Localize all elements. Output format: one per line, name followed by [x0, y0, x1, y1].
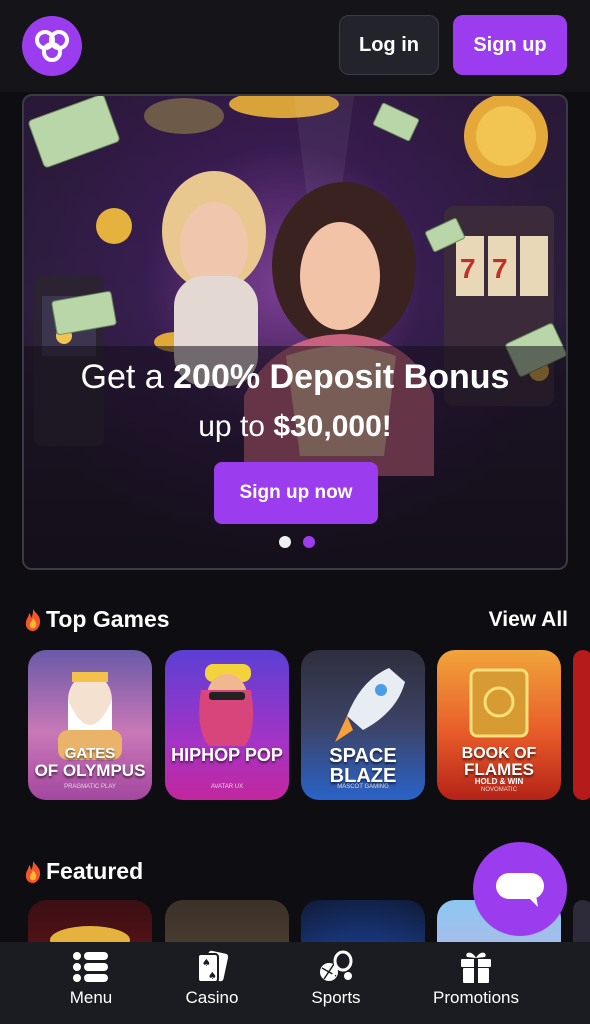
top-games-title-text: Top Games	[46, 606, 170, 632]
game-provider: NOVOMATIC	[481, 787, 517, 793]
cards-icon: ♠ ♠	[197, 950, 229, 983]
sports-icon	[320, 950, 353, 981]
promo-banner[interactable]: 7 7 Get a 200% Deposit Bonus up to $30,0…	[22, 94, 568, 570]
featured-title-text: Featured	[46, 858, 144, 884]
top-games-title: Top Games	[22, 606, 170, 633]
game-tile-hiphop-pop[interactable]: HIPHOP POP AVATAR UX	[165, 650, 289, 800]
signup-button[interactable]: Sign up	[453, 15, 567, 75]
fire-icon	[25, 860, 41, 883]
nav-sports[interactable]: Sports	[304, 942, 368, 1024]
banner-headline: Get a 200% Deposit Bonus	[80, 358, 510, 396]
game-title: GATES	[64, 745, 116, 762]
game-tile-book-of-flames[interactable]: BOOK OF FLAMES HOLD & WIN NOVOMATIC	[437, 650, 561, 800]
nav-promotions[interactable]: Promotions	[426, 942, 526, 1024]
featured-tile-1[interactable]	[28, 900, 152, 942]
carousel-dots	[279, 536, 319, 548]
top-games-row: GATES OF OLYMPUS PRAGMATIC PLAY HIPHOP P…	[28, 650, 590, 800]
banner-subheadline: up to $30,000!	[198, 410, 392, 443]
game-title-line2: FLAMES	[464, 760, 534, 779]
nav-label: Menu	[69, 988, 113, 1007]
view-all-link[interactable]: View All	[489, 608, 568, 632]
featured-tile-3[interactable]	[301, 900, 425, 942]
brand-logo-icon[interactable]	[22, 16, 82, 76]
game-provider: PRAGMATIC PLAY	[64, 784, 116, 790]
game-art	[50, 926, 130, 942]
game-title: HIPHOP POP	[171, 745, 283, 765]
game-tile-partial[interactable]	[573, 650, 590, 800]
menu-icon	[73, 952, 108, 982]
nav-casino[interactable]: ♠ ♠ Casino	[180, 942, 244, 1024]
gift-icon	[461, 952, 491, 983]
chat-icon	[496, 873, 544, 907]
svg-text:♠: ♠	[208, 971, 217, 982]
featured-title: Featured	[22, 858, 143, 885]
game-provider: MASCOT GAMING	[337, 784, 389, 790]
nav-label: Promotions	[433, 988, 519, 1007]
featured-tile-2[interactable]	[165, 900, 289, 942]
svg-text:7: 7	[492, 253, 508, 284]
featured-tile-partial[interactable]	[573, 900, 590, 942]
bottom-navigation: Menu ♠ ♠ Casino Sports Promotions	[0, 942, 590, 1024]
top-header: Log in Sign up	[0, 0, 590, 92]
nav-menu[interactable]: Menu	[61, 942, 121, 1024]
carousel-dot-1[interactable]	[279, 536, 291, 548]
nav-label: Sports	[311, 988, 361, 1007]
game-title: SPACE BLAZE	[329, 745, 397, 787]
signup-now-button[interactable]: Sign up now	[214, 462, 378, 524]
login-button[interactable]: Log in	[339, 15, 439, 75]
svg-text:7: 7	[460, 253, 476, 284]
game-tile-space-blaze[interactable]: SPACE BLAZE MASCOT GAMING	[301, 650, 425, 800]
game-tile-gates-of-olympus[interactable]: GATES OF OLYMPUS PRAGMATIC PLAY	[28, 650, 152, 800]
chat-button[interactable]	[473, 842, 567, 936]
svg-text:♠: ♠	[202, 958, 211, 969]
game-provider: AVATAR UX	[210, 784, 244, 790]
nav-label: Casino	[185, 988, 239, 1007]
game-title-line2: OF OLYMPUS	[34, 761, 146, 780]
carousel-dot-2-active[interactable]	[303, 536, 315, 548]
game-art	[199, 664, 253, 746]
game-tagline: HOLD & WIN	[474, 777, 524, 786]
fire-icon	[25, 608, 41, 631]
